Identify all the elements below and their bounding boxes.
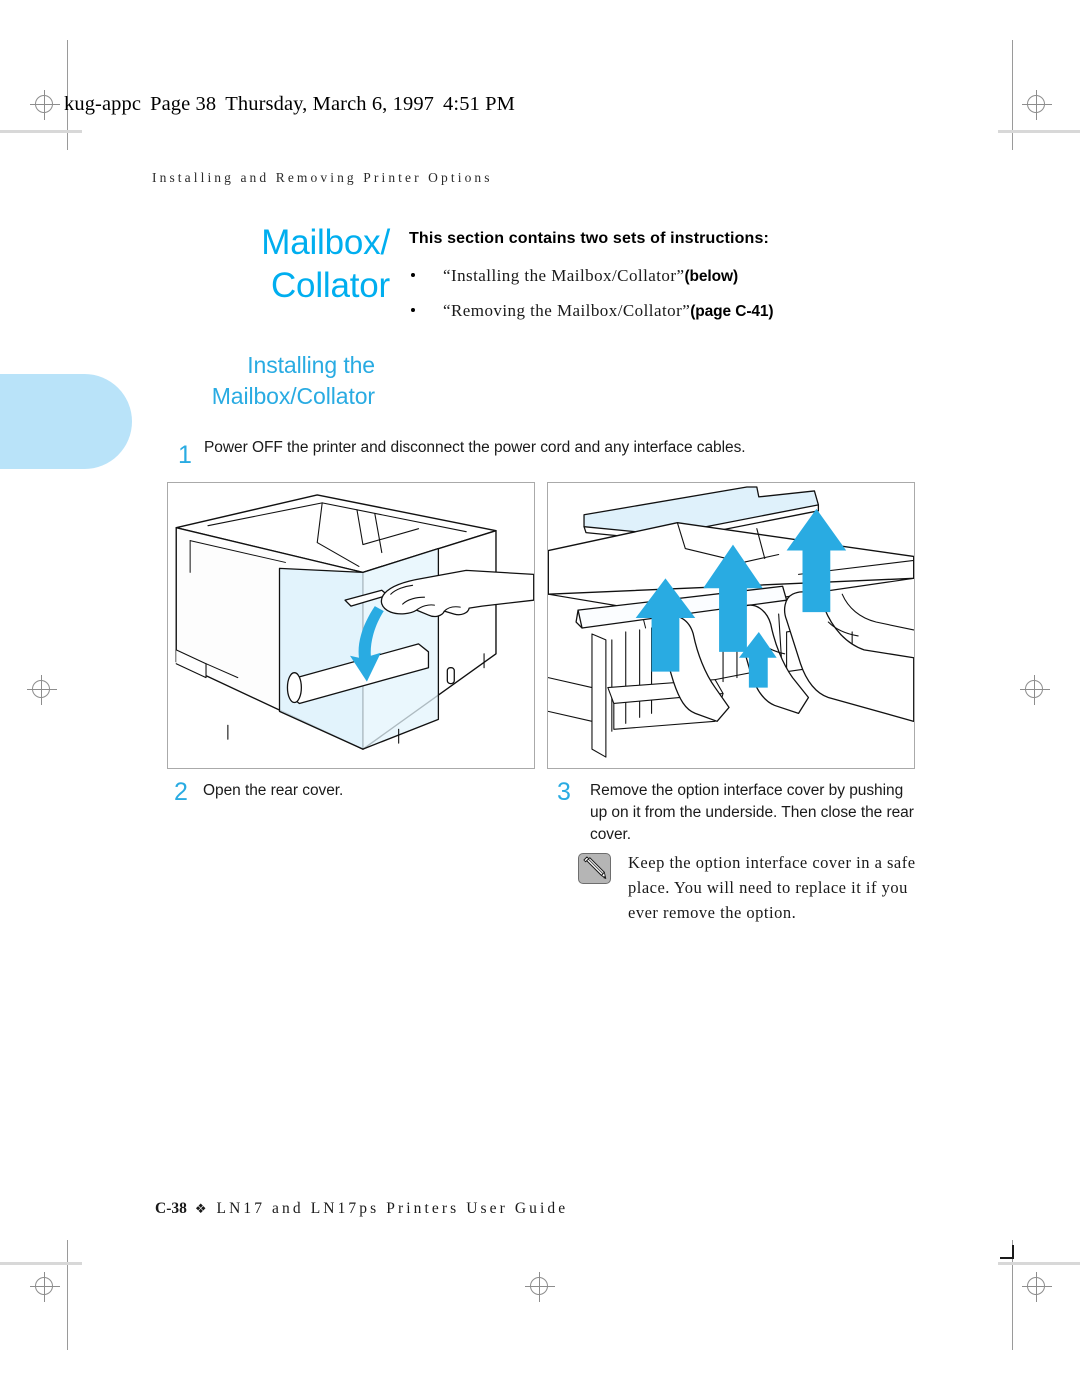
document-page: kug-appc Page 38 Thursday, March 6, 1997 4:… — [0, 0, 1080, 1397]
header-filename: kug-appc — [64, 93, 142, 115]
header-page-label: Page 38 — [150, 93, 217, 115]
crop-mark-bottom-right — [1000, 1245, 1014, 1259]
step-number-3: 3 — [557, 778, 571, 806]
footer-page-number: C-38 — [155, 1200, 187, 1217]
registration-mark-top-left — [30, 90, 60, 120]
step-number-2: 2 — [174, 778, 188, 806]
bullet-reference: (page C-41) — [690, 303, 774, 320]
bullet-title[interactable]: “Installing the Mailbox/Collator” — [443, 266, 684, 285]
trim-line-left-bottom — [67, 1240, 68, 1350]
header-date: Thursday, March 6, 1997 — [225, 93, 435, 115]
list-item: “Installing the Mailbox/Collator”(below) — [409, 266, 929, 286]
trim-rule-top-left — [0, 130, 82, 133]
running-head: Installing and Removing Printer Options — [152, 170, 493, 185]
chapter-title-line1: Mailbox/ — [261, 223, 390, 262]
illustration-remove-interface-cover — [547, 482, 915, 769]
footer-guide-title: LN17 and LN17ps Printers User Guide — [216, 1200, 569, 1217]
section-heading: Installing the Mailbox/Collator — [110, 350, 375, 412]
pencil-icon — [578, 853, 611, 884]
intro-bullet-list: “Installing the Mailbox/Collator”(below)… — [409, 266, 929, 336]
bullet-dot-icon — [411, 273, 415, 277]
document-header: kug-appc Page 38 Thursday, March 6, 1997 4:… — [64, 93, 524, 116]
section-heading-line2: Mailbox/Collator — [211, 383, 375, 410]
chapter-title-line2: Collator — [270, 265, 390, 305]
step-text-2: Open the rear cover. — [203, 782, 344, 799]
registration-mark-mid-right — [1020, 675, 1050, 705]
note-text: Keep the option interface cover in a saf… — [628, 853, 916, 922]
registration-mark-bottom-right — [1022, 1272, 1052, 1302]
page-footer: C-38 ❖ LN17 and LN17ps Printers User Guide — [155, 1200, 568, 1218]
trim-rule-bottom-left — [0, 1262, 82, 1265]
registration-mark-bottom-left — [30, 1272, 60, 1302]
intro-lead-text: This section contains two sets of instru… — [409, 230, 769, 247]
trim-rule-bottom-right — [998, 1262, 1080, 1265]
trim-rule-top-right — [998, 130, 1080, 133]
step-text-1: Power OFF the printer and disconnect the… — [204, 439, 746, 456]
registration-mark-bottom-center — [525, 1272, 555, 1302]
registration-mark-top-right — [1022, 90, 1052, 120]
section-heading-line1: Installing the — [247, 352, 375, 378]
bullet-title[interactable]: “Removing the Mailbox/Collator” — [443, 301, 690, 320]
step-text-3: Remove the option interface cover by pus… — [590, 782, 914, 844]
illustration-open-rear-cover — [167, 482, 535, 769]
chapter-title: Mailbox/ Collator — [150, 222, 390, 307]
bullet-reference: (below) — [684, 268, 739, 285]
bullet-dot-icon — [411, 308, 415, 312]
list-item: “Removing the Mailbox/Collator”(page C-4… — [409, 301, 929, 321]
trim-line-right — [1012, 40, 1013, 150]
header-time: 4:51 PM — [443, 93, 515, 115]
registration-mark-mid-left — [27, 675, 57, 705]
note-callout: Keep the option interface cover in a saf… — [578, 851, 928, 925]
diamond-icon: ❖ — [194, 1201, 207, 1216]
step-number-1: 1 — [178, 441, 192, 469]
